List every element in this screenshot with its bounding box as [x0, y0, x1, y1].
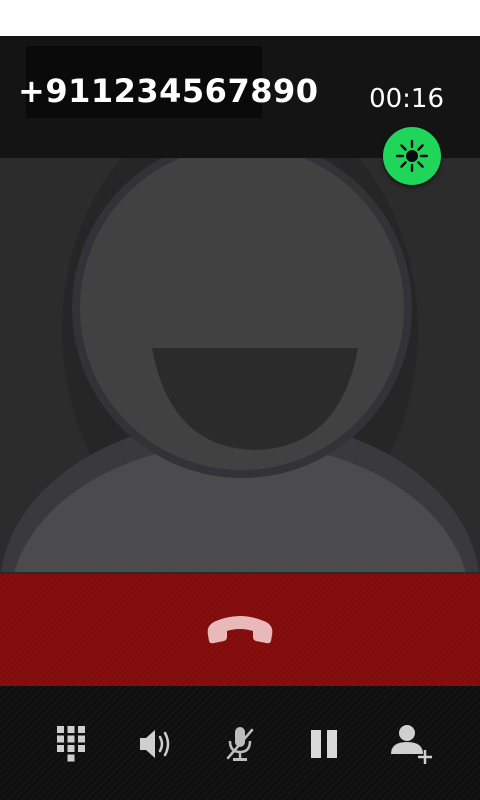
- contact-photo-area: [0, 158, 480, 608]
- end-call-button[interactable]: [0, 574, 480, 686]
- mute-microphone-icon: [226, 727, 254, 761]
- add-call-icon: [391, 725, 432, 764]
- dialpad-icon: [57, 726, 85, 762]
- call-duration-timer: 00:16: [369, 84, 444, 114]
- end-call-bar: [0, 572, 480, 686]
- bluetooth-button[interactable]: [383, 127, 441, 185]
- speaker-button[interactable]: [132, 720, 180, 768]
- call-controls-bar: [0, 686, 480, 800]
- add-call-button[interactable]: [388, 720, 436, 768]
- mute-button[interactable]: [216, 720, 264, 768]
- dialpad-button[interactable]: [47, 720, 95, 768]
- hold-button[interactable]: [300, 720, 348, 768]
- bluetooth-icon: [395, 139, 429, 173]
- default-contact-avatar-icon: [0, 158, 480, 608]
- end-call-icon: [207, 616, 273, 644]
- pause-icon: [311, 730, 337, 758]
- caller-phone-number: +911234567890: [18, 72, 319, 110]
- in-call-screen: +911234567890 00:16: [0, 36, 480, 800]
- speaker-icon: [140, 730, 170, 758]
- status-bar: [0, 0, 480, 36]
